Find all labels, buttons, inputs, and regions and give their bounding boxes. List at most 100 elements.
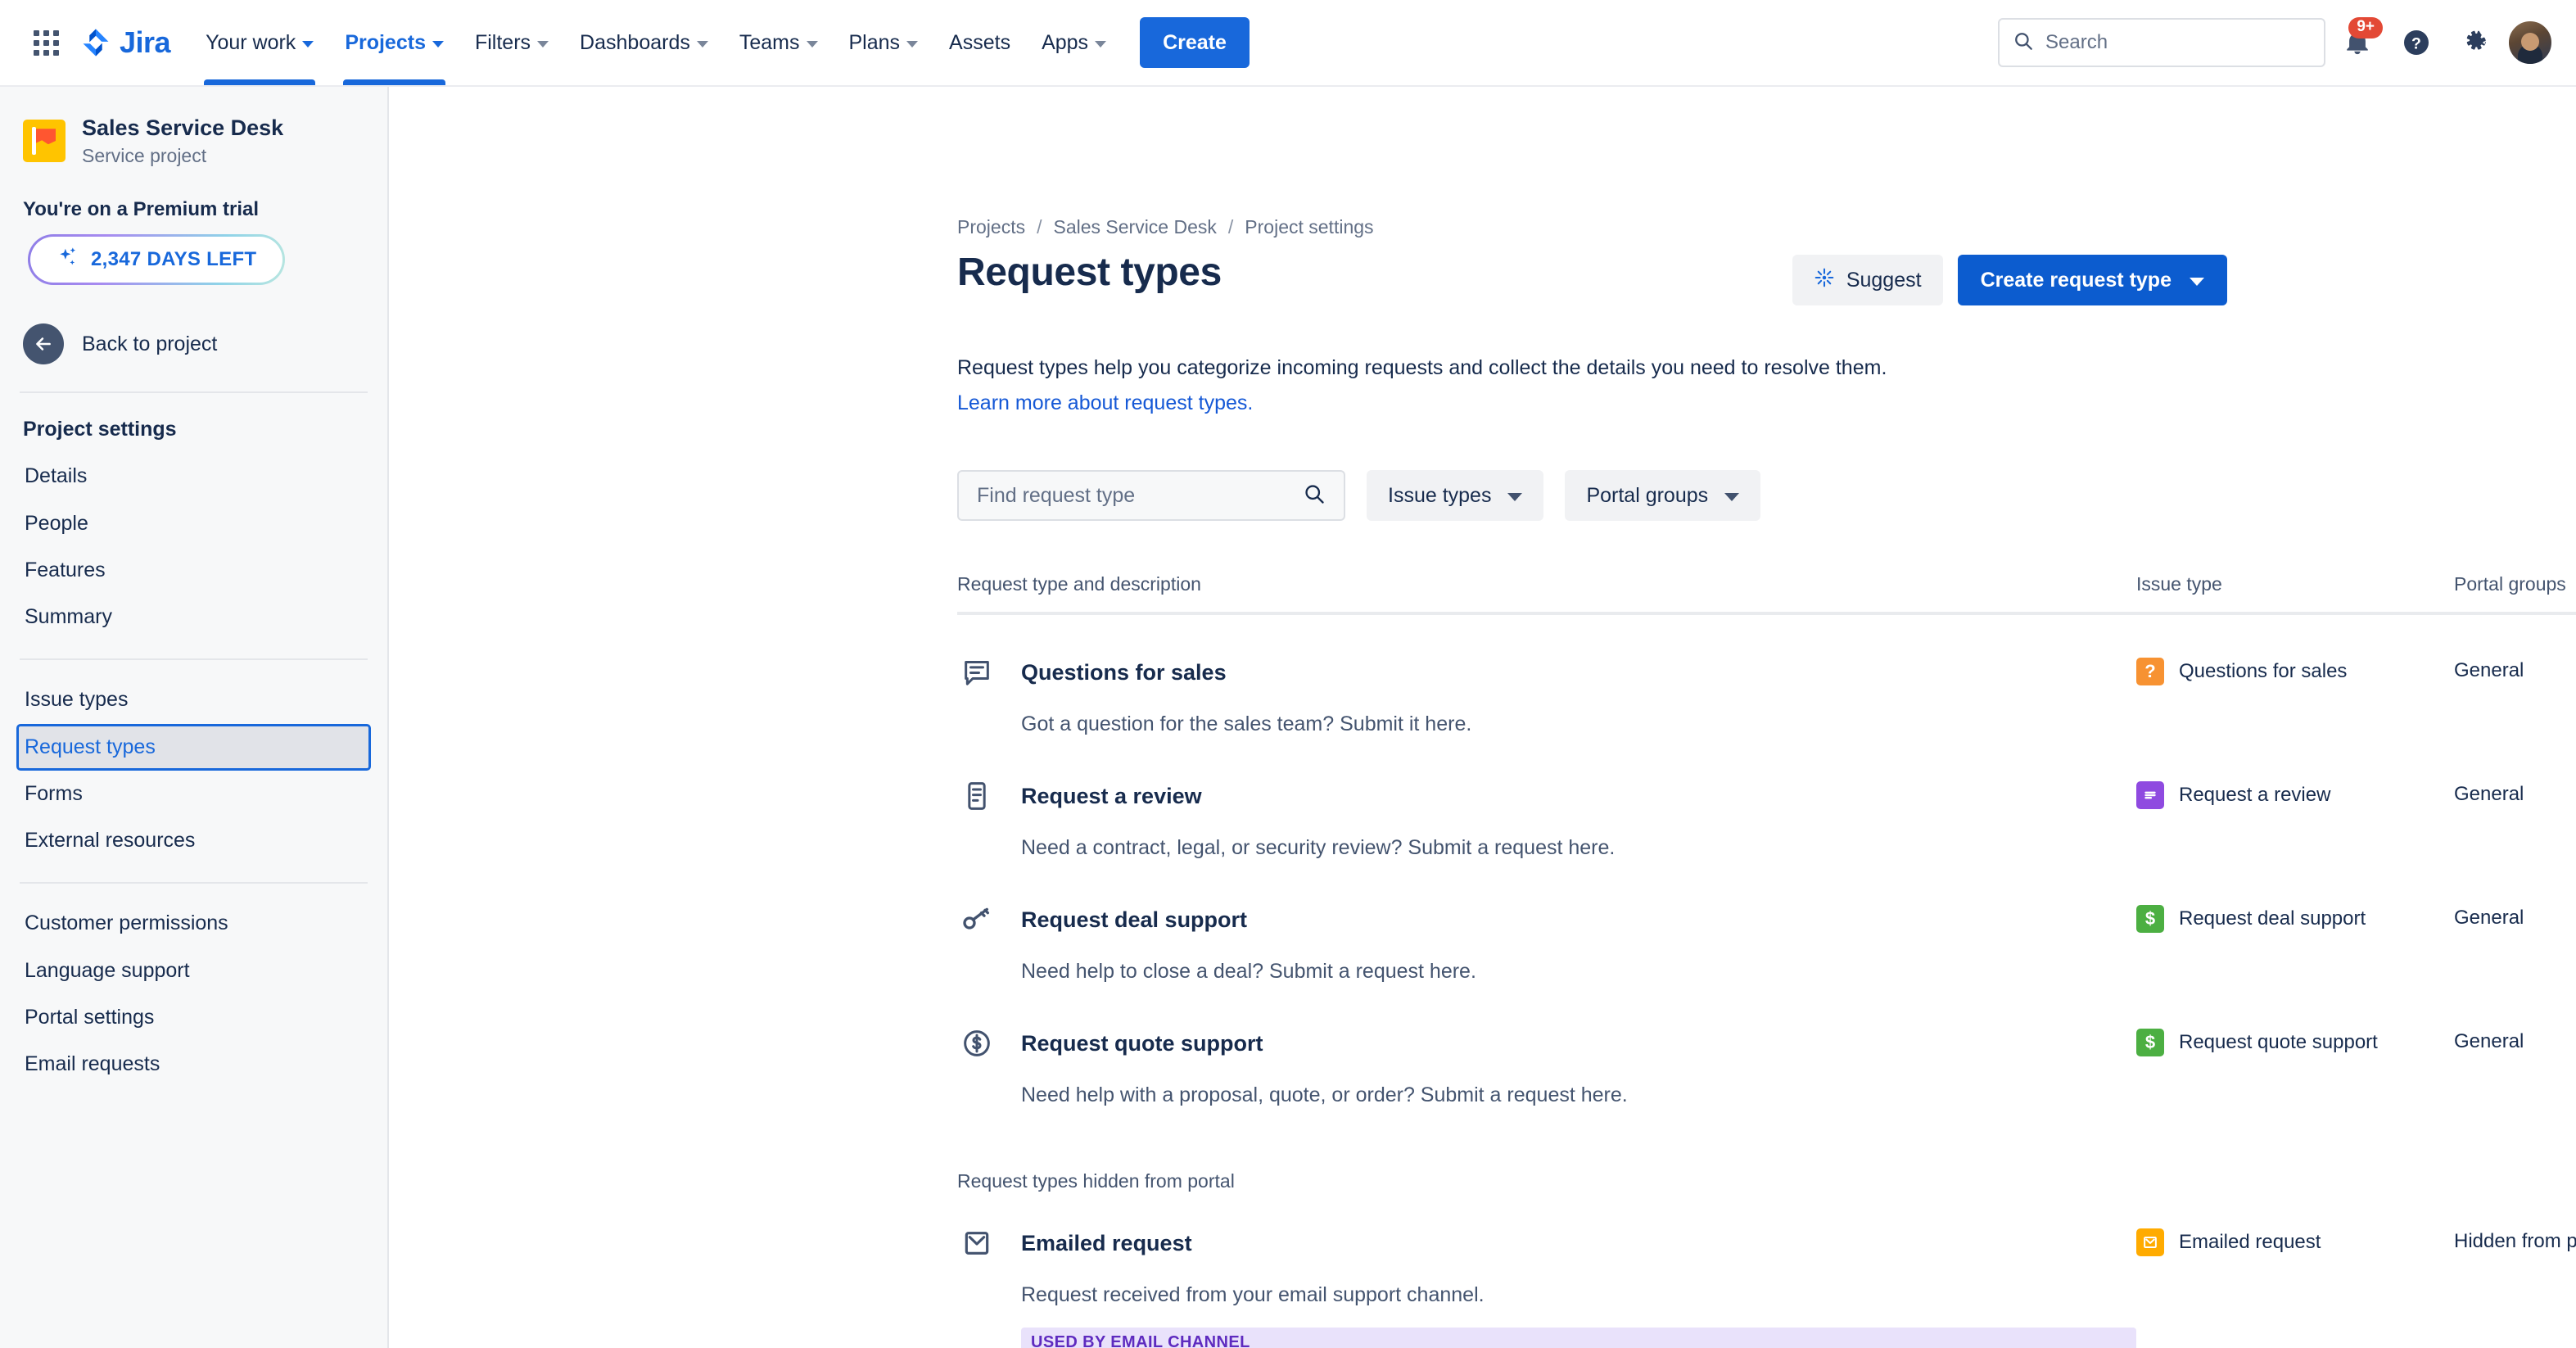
sidebar-item-details[interactable]: Details	[16, 453, 371, 500]
project-header[interactable]: Sales Service Desk Service project	[0, 87, 387, 167]
project-type: Service project	[82, 145, 207, 167]
arrow-left-circle-icon	[23, 323, 64, 365]
notifications-button[interactable]: 9+	[2330, 16, 2384, 70]
column-header-portal-groups: Portal groups	[2454, 573, 2566, 595]
column-header-issue-type: Issue type	[2136, 573, 2222, 595]
sidebar-item-portal-settings[interactable]: Portal settings	[16, 994, 371, 1041]
page-title: Request types	[957, 251, 1222, 294]
document-lines-icon	[957, 776, 997, 816]
issue-type-label: Questions for sales	[2179, 660, 2348, 682]
learn-more-link[interactable]: Learn more about request types.	[957, 387, 2543, 419]
ai-sparkle-icon	[1814, 267, 1835, 294]
sidebar-item-people[interactable]: People	[16, 500, 371, 547]
breadcrumb-sales-service-desk[interactable]: Sales Service Desk	[1053, 216, 1216, 238]
sidebar-item-language-support[interactable]: Language support	[16, 948, 371, 994]
request-type-name[interactable]: Request a review	[1021, 784, 1202, 809]
issue-type-icon: $	[2136, 905, 2164, 933]
nav-item-plans[interactable]: Plans	[834, 0, 934, 85]
key-icon	[957, 900, 997, 939]
breadcrumb-separator: /	[1227, 216, 1234, 237]
jira-app-window: Jira Your work Projects Filters Dashboar…	[0, 0, 2576, 1348]
sidebar-item-features[interactable]: Features	[16, 547, 371, 594]
request-type-name[interactable]: Request quote support	[1021, 1031, 1263, 1056]
jira-mark-icon	[80, 27, 111, 58]
nav-item-filters[interactable]: Filters	[459, 0, 564, 85]
sidebar-item-summary[interactable]: Summary	[16, 594, 371, 640]
request-type-head: Request deal support	[957, 900, 2136, 939]
breadcrumb-projects[interactable]: Projects	[957, 216, 1025, 238]
back-to-project-label: Back to project	[82, 332, 218, 355]
settings-button[interactable]	[2448, 16, 2502, 70]
request-type-name[interactable]: Emailed request	[1021, 1231, 1192, 1256]
chevron-down-icon	[906, 40, 919, 47]
trial-days-left-badge[interactable]: 2,347 DAYS LEFT	[28, 234, 285, 285]
sidebar-item-forms[interactable]: Forms	[16, 771, 371, 817]
chevron-down-icon	[806, 40, 818, 47]
sidebar-group-general: Details People Features Summary	[0, 448, 387, 640]
nav-label: Your work	[206, 30, 296, 54]
request-type-name[interactable]: Questions for sales	[1021, 660, 1227, 685]
issue-types-filter[interactable]: Issue types	[1367, 470, 1544, 521]
find-request-type-placeholder: Find request type	[977, 483, 1136, 507]
issue-type-cell: $ Request deal support	[2136, 900, 2454, 933]
portal-group-cell: General	[2454, 1030, 2524, 1052]
request-type-head: Request quote support	[957, 1024, 2136, 1063]
create-button[interactable]: Create	[1140, 17, 1250, 68]
global-navigation-bar: Jira Your work Projects Filters Dashboar…	[0, 0, 2576, 87]
create-request-type-button[interactable]: Create request type	[1957, 255, 2227, 305]
request-type-head: Questions for sales	[957, 653, 2136, 692]
help-button[interactable]: ?	[2389, 16, 2443, 70]
body-region: Sales Service Desk Service project You'r…	[0, 87, 2576, 1348]
project-header-text: Sales Service Desk Service project	[82, 115, 283, 167]
nav-label: Teams	[739, 30, 800, 54]
nav-item-teams[interactable]: Teams	[724, 0, 834, 85]
nav-item-projects[interactable]: Projects	[329, 0, 459, 85]
find-request-type-input[interactable]: Find request type	[957, 470, 1345, 521]
issue-type-label: Request a review	[2179, 784, 2331, 806]
request-type-cell: Request a review Need a contract, legal,…	[957, 776, 2136, 862]
app-switcher-icon[interactable]	[20, 16, 72, 69]
sidebar-item-customer-permissions[interactable]: Customer permissions	[16, 900, 371, 947]
sidebar-item-email-requests[interactable]: Email requests	[16, 1041, 371, 1088]
global-search-input[interactable]: Search	[1998, 18, 2325, 67]
grid-apps-icon	[33, 29, 59, 56]
request-type-head: Emailed request	[957, 1224, 2136, 1263]
trial-badge-label: 2,347 DAYS LEFT	[91, 248, 257, 271]
nav-label: Filters	[474, 30, 531, 54]
page-title-row: Request types Suggest Create request typ…	[957, 238, 2543, 305]
breadcrumb: Projects / Sales Service Desk / Project …	[957, 87, 2543, 238]
breadcrumb-project-settings[interactable]: Project settings	[1245, 216, 1373, 238]
chevron-down-icon	[537, 40, 549, 47]
trial-title: You're on a Premium trial	[23, 198, 259, 221]
request-type-name[interactable]: Request deal support	[1021, 907, 1247, 933]
avatar[interactable]	[2507, 20, 2553, 66]
page-description: Request types help you categorize incomi…	[957, 356, 1887, 379]
chevron-down-icon	[2190, 278, 2204, 286]
search-icon	[2013, 30, 2034, 56]
nav-label: Plans	[848, 30, 901, 54]
request-type-cell: Questions for sales Got a question for t…	[957, 653, 2136, 739]
search-icon	[1303, 482, 1326, 509]
back-to-project-button[interactable]: Back to project	[0, 319, 387, 369]
nav-item-assets[interactable]: Assets	[933, 0, 1026, 85]
nav-item-your-work[interactable]: Your work	[190, 0, 329, 85]
page-actions: Suggest Create request type	[1792, 255, 2227, 305]
jira-logo[interactable]: Jira	[80, 25, 171, 60]
issue-type-cell: ? Questions for sales	[2136, 653, 2454, 685]
comment-lines-icon	[957, 653, 997, 692]
project-sidebar: Sales Service Desk Service project You'r…	[0, 87, 389, 1348]
nav-item-dashboards[interactable]: Dashboards	[564, 0, 724, 85]
issue-type-icon	[2136, 1228, 2164, 1256]
sidebar-item-request-types[interactable]: Request types	[16, 723, 371, 771]
suggest-button[interactable]: Suggest	[1792, 255, 1943, 305]
request-type-cell: Request deal support Need help to close …	[957, 900, 2136, 986]
sidebar-item-external-resources[interactable]: External resources	[16, 817, 371, 864]
request-type-description: Request received from your email support…	[1021, 1283, 1485, 1306]
portal-group-cell: General	[2454, 783, 2524, 805]
jira-wordmark: Jira	[120, 25, 171, 59]
nav-left-group: Jira Your work Projects Filters Dashboar…	[20, 0, 1250, 85]
portal-groups-filter[interactable]: Portal groups	[1565, 470, 1761, 521]
sidebar-item-issue-types[interactable]: Issue types	[16, 676, 371, 723]
sparkle-icon	[56, 246, 79, 274]
nav-item-apps[interactable]: Apps	[1026, 0, 1122, 85]
